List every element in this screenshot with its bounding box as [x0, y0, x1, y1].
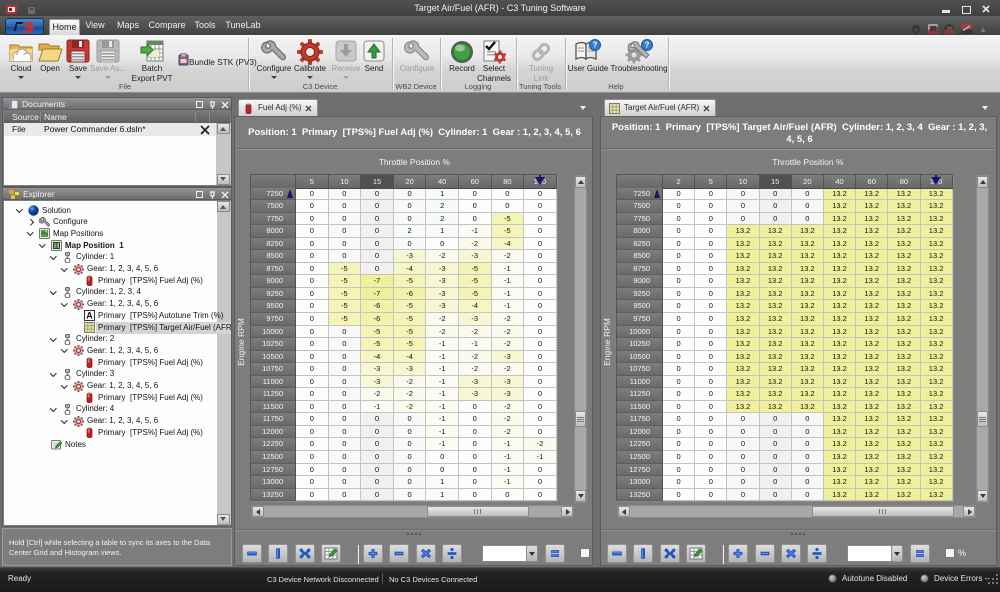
svg-text:A: A: [86, 311, 93, 321]
svg-text:?: ?: [593, 41, 598, 50]
svg-text:?: ?: [645, 41, 650, 50]
